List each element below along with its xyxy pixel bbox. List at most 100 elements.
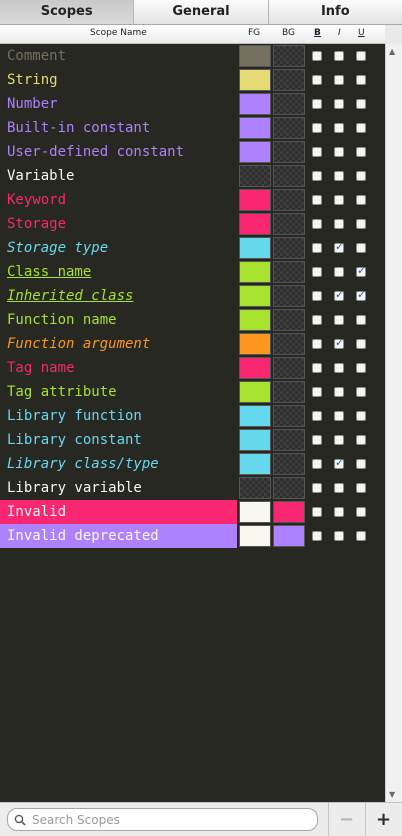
bg-color-well[interactable]	[273, 357, 305, 379]
scope-row[interactable]: Built-in constant	[0, 116, 385, 140]
scope-row[interactable]: String	[0, 68, 385, 92]
scope-row[interactable]: Function argument	[0, 332, 385, 356]
bg-color-well[interactable]	[273, 381, 305, 403]
scope-row[interactable]: Tag name	[0, 356, 385, 380]
bold-checkbox[interactable]	[312, 147, 322, 157]
bold-checkbox[interactable]	[312, 435, 322, 445]
bg-color-well[interactable]	[273, 477, 305, 499]
bg-color-well[interactable]	[273, 93, 305, 115]
fg-color-well[interactable]	[239, 165, 271, 187]
bold-checkbox[interactable]	[312, 195, 322, 205]
bold-checkbox[interactable]	[312, 75, 322, 85]
bg-color-well[interactable]	[273, 285, 305, 307]
italic-checkbox[interactable]	[334, 195, 344, 205]
bold-checkbox[interactable]	[312, 339, 322, 349]
column-bold[interactable]: B	[314, 28, 321, 38]
italic-checkbox[interactable]	[334, 267, 344, 277]
underline-checkbox[interactable]	[356, 243, 366, 253]
underline-checkbox[interactable]	[356, 99, 366, 109]
underline-checkbox[interactable]	[356, 51, 366, 61]
bg-color-well[interactable]	[273, 525, 305, 547]
underline-checkbox[interactable]	[356, 363, 366, 373]
fg-color-well[interactable]	[239, 453, 271, 475]
italic-checkbox[interactable]	[334, 99, 344, 109]
bg-color-well[interactable]	[273, 261, 305, 283]
underline-checkbox[interactable]	[356, 531, 366, 541]
underline-checkbox[interactable]	[356, 459, 366, 469]
search-field[interactable]	[7, 808, 318, 831]
scope-row[interactable]: Library constant	[0, 428, 385, 452]
scope-row[interactable]: Inherited class	[0, 284, 385, 308]
fg-color-well[interactable]	[239, 189, 271, 211]
fg-color-well[interactable]	[239, 477, 271, 499]
fg-color-well[interactable]	[239, 333, 271, 355]
fg-color-well[interactable]	[239, 381, 271, 403]
italic-checkbox[interactable]	[334, 336, 344, 349]
scroll-up-arrow-icon[interactable]: ▲	[389, 47, 395, 56]
bg-color-well[interactable]	[273, 309, 305, 331]
italic-checkbox[interactable]	[334, 171, 344, 181]
scope-row[interactable]: Storage	[0, 212, 385, 236]
fg-color-well[interactable]	[239, 405, 271, 427]
underline-checkbox[interactable]	[356, 387, 366, 397]
scope-row[interactable]: Comment	[0, 44, 385, 68]
fg-color-well[interactable]	[239, 93, 271, 115]
italic-checkbox[interactable]	[334, 507, 344, 517]
italic-checkbox[interactable]	[334, 387, 344, 397]
underline-checkbox[interactable]	[356, 147, 366, 157]
bg-color-well[interactable]	[273, 45, 305, 67]
bold-checkbox[interactable]	[312, 411, 322, 421]
bold-checkbox[interactable]	[312, 243, 322, 253]
bold-checkbox[interactable]	[312, 387, 322, 397]
fg-color-well[interactable]	[239, 357, 271, 379]
underline-checkbox[interactable]	[356, 411, 366, 421]
bold-checkbox[interactable]	[312, 51, 322, 61]
bg-color-well[interactable]	[273, 429, 305, 451]
fg-color-well[interactable]	[239, 45, 271, 67]
bg-color-well[interactable]	[273, 501, 305, 523]
bold-checkbox[interactable]	[312, 219, 322, 229]
scope-row[interactable]: Library variable	[0, 476, 385, 500]
fg-color-well[interactable]	[239, 69, 271, 91]
fg-color-well[interactable]	[239, 429, 271, 451]
column-italic[interactable]: I	[338, 28, 341, 38]
underline-checkbox[interactable]	[356, 171, 366, 181]
scope-row[interactable]: Class name	[0, 260, 385, 284]
bg-color-well[interactable]	[273, 141, 305, 163]
scope-row[interactable]: Function name	[0, 308, 385, 332]
column-underline[interactable]: U	[358, 28, 365, 38]
italic-checkbox[interactable]	[334, 288, 344, 301]
bg-color-well[interactable]	[273, 117, 305, 139]
italic-checkbox[interactable]	[334, 483, 344, 493]
search-input[interactable]	[32, 811, 312, 828]
scope-row[interactable]: Invalid deprecated	[0, 524, 385, 548]
fg-color-well[interactable]	[239, 117, 271, 139]
bg-color-well[interactable]	[273, 453, 305, 475]
scope-row[interactable]: Library class/type	[0, 452, 385, 476]
fg-color-well[interactable]	[239, 237, 271, 259]
bold-checkbox[interactable]	[312, 267, 322, 277]
italic-checkbox[interactable]	[334, 240, 344, 253]
italic-checkbox[interactable]	[334, 531, 344, 541]
add-scope-button[interactable]: +	[365, 803, 401, 836]
bg-color-well[interactable]	[273, 405, 305, 427]
italic-checkbox[interactable]	[334, 435, 344, 445]
scope-row[interactable]: Variable	[0, 164, 385, 188]
bold-checkbox[interactable]	[312, 483, 322, 493]
underline-checkbox[interactable]	[356, 123, 366, 133]
column-fg[interactable]: FG	[248, 28, 260, 38]
italic-checkbox[interactable]	[334, 456, 344, 469]
scope-row[interactable]: Tag attribute	[0, 380, 385, 404]
column-bg[interactable]: BG	[282, 28, 295, 38]
underline-checkbox[interactable]	[356, 435, 366, 445]
bg-color-well[interactable]	[273, 69, 305, 91]
scope-row[interactable]: Storage type	[0, 236, 385, 260]
underline-checkbox[interactable]	[356, 219, 366, 229]
tab-general[interactable]: General	[134, 0, 269, 24]
scope-row[interactable]: Number	[0, 92, 385, 116]
underline-checkbox[interactable]	[356, 507, 366, 517]
tab-info[interactable]: Info	[269, 0, 402, 24]
scope-list-scrollbar[interactable]: ▲ ▼	[385, 44, 402, 802]
fg-color-well[interactable]	[239, 501, 271, 523]
bold-checkbox[interactable]	[312, 531, 322, 541]
